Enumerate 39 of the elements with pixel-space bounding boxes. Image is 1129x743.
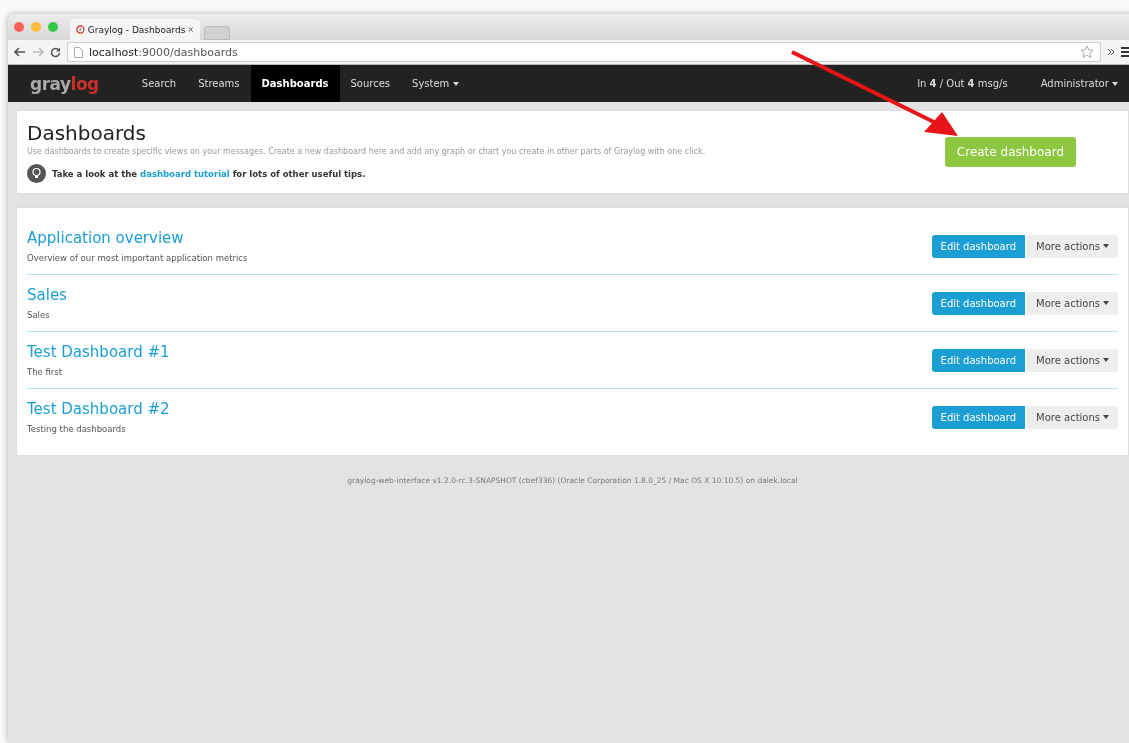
tip-text: Take a look at the dashboard tutorial for lots of other useful tips. [52, 168, 366, 179]
caret-icon [1103, 301, 1109, 305]
more-actions-button[interactable]: More actions [1027, 291, 1118, 315]
nav-item[interactable]: Search [130, 65, 188, 102]
throughput-text: In 4 / Out 4 msg/s [917, 78, 1008, 89]
favicon-icon [76, 24, 85, 35]
reload-icon[interactable] [50, 46, 61, 58]
star-icon[interactable] [1080, 45, 1094, 59]
address-bar[interactable]: localhost:9000/dashboards [67, 42, 1101, 62]
dashboard-description: Testing the dashboards [27, 424, 127, 434]
page-title: Dashboards [27, 121, 147, 145]
close-icon[interactable] [188, 26, 194, 33]
forward-icon[interactable] [32, 47, 44, 57]
new-tab-button[interactable] [204, 26, 230, 40]
lightbulb-icon [27, 164, 46, 183]
nav-item[interactable]: Streams [187, 65, 251, 102]
more-actions-button[interactable]: More actions [1027, 234, 1118, 258]
page-description: Use dashboards to create specific views on your messages. Create a new dashboard here and add any graph or chart you create in other parts of Graylog with one click. [27, 147, 707, 156]
dashboard-description: The first [27, 367, 64, 377]
caret-icon [1103, 244, 1109, 248]
page-icon [74, 46, 83, 58]
extensions-icon[interactable] [1107, 48, 1115, 56]
close-window-icon[interactable] [14, 22, 24, 32]
nav-item[interactable]: Dashboards [250, 65, 340, 102]
browser-tab[interactable]: Graylog - Dashboards [70, 19, 200, 40]
minimize-window-icon[interactable] [31, 22, 41, 32]
maximize-window-icon[interactable] [48, 22, 58, 32]
back-icon[interactable] [14, 47, 26, 57]
nav-item[interactable]: System [401, 65, 470, 102]
more-actions-button[interactable]: More actions [1027, 348, 1118, 372]
user-menu[interactable]: Administrator [1029, 65, 1129, 102]
more-actions-button[interactable]: More actions [1027, 405, 1118, 429]
nav-item[interactable]: Sources [339, 65, 402, 102]
caret-icon [1103, 415, 1109, 419]
caret-icon [1112, 81, 1118, 86]
caret-icon [1103, 358, 1109, 362]
dashboard-description: Overview of our most important application metrics [27, 253, 249, 263]
dashboard-description: Sales [27, 310, 51, 320]
logo[interactable]: graylog [30, 73, 99, 94]
